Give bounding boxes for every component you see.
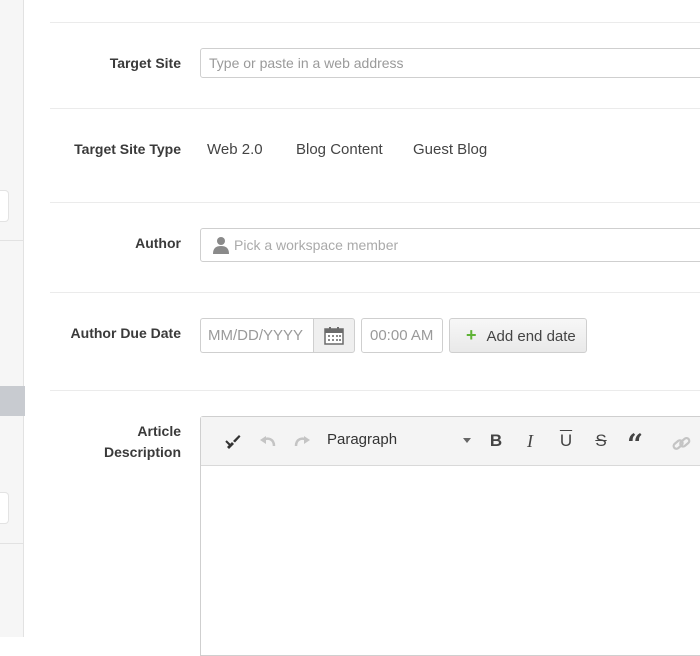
clear-format-icon[interactable] [223,431,243,453]
sidebar-divider [0,240,24,241]
row-divider [50,202,700,203]
target-site-placeholder: Type or paste in a web address [209,55,404,71]
row-divider [50,22,700,23]
add-end-date-label: Add end date [486,328,576,345]
calendar-icon [324,327,344,345]
row-divider [50,292,700,293]
author-label: Author [135,235,181,251]
redo-icon[interactable] [292,432,312,454]
due-date-placeholder: MM/DD/YYYY [208,327,304,344]
underline-icon[interactable]: U [556,430,576,452]
quote-icon[interactable]: “ [625,430,645,460]
row-divider [50,390,700,391]
site-type-option-blog-content[interactable]: Blog Content [296,141,383,159]
calendar-button[interactable] [313,318,355,353]
due-date-input[interactable]: MM/DD/YYYY [200,318,314,353]
author-due-date-label: Author Due Date [70,325,181,341]
editor-toolbar: Paragraph B I U S “ [201,417,700,466]
italic-icon[interactable]: I [520,430,540,452]
sidebar-active-item[interactable] [0,386,25,416]
author-placeholder: Pick a workspace member [234,237,399,253]
site-type-option-guest-blog[interactable]: Guest Blog [413,141,487,159]
due-time-input[interactable]: 00:00 AM [361,318,443,353]
target-site-input[interactable]: Type or paste in a web address [200,48,700,78]
link-icon[interactable] [672,433,692,455]
strikethrough-icon[interactable]: S [591,430,611,452]
bold-icon[interactable]: B [486,430,506,452]
site-type-option-web20[interactable]: Web 2.0 [207,141,263,159]
add-end-date-button[interactable]: + Add end date [449,318,587,353]
chevron-down-icon[interactable] [463,438,471,443]
person-icon [213,237,229,254]
sidebar-tab[interactable] [0,492,9,524]
sidebar-tab[interactable] [0,190,9,222]
undo-icon[interactable] [258,432,278,454]
plus-icon: + [466,325,477,345]
article-description-label-line1: Article [137,423,181,439]
target-site-type-label: Target Site Type [74,141,181,157]
left-sidebar-strip [0,0,25,637]
target-site-label: Target Site [109,55,181,71]
rich-text-editor[interactable]: Paragraph B I U S “ [200,416,700,656]
format-select[interactable]: Paragraph [327,431,397,448]
due-time-placeholder: 00:00 AM [370,327,434,344]
row-divider [50,108,700,109]
sidebar-divider [0,543,24,544]
author-input[interactable]: Pick a workspace member [200,228,700,262]
article-description-label-line2: Description [103,444,181,460]
